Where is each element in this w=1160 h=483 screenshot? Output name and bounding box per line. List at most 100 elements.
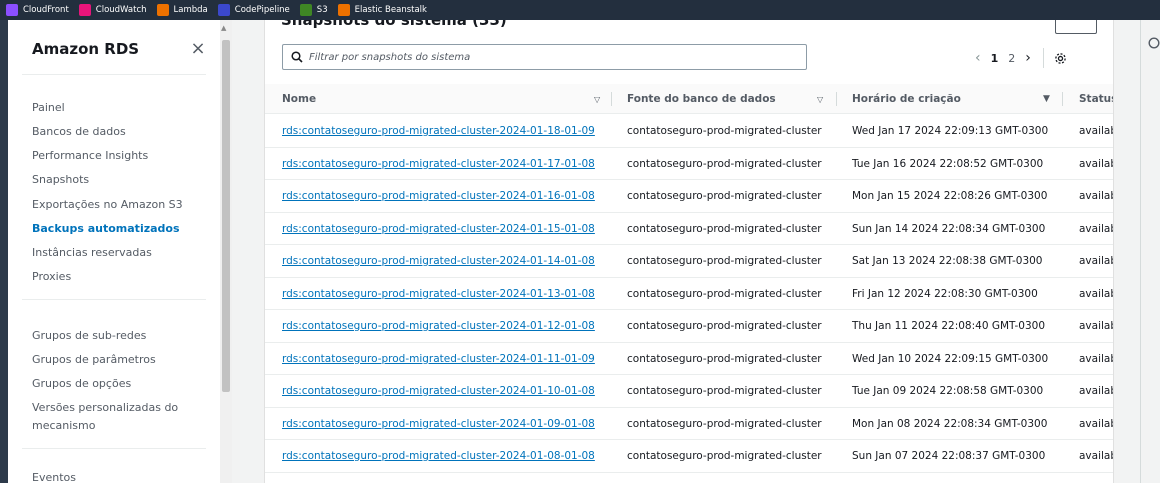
snapshot-name-link[interactable]: rds:contatoseguro-prod-migrated-cluster-…	[282, 115, 595, 147]
sidebar-item[interactable]: Painel	[32, 100, 65, 116]
sidebar-item[interactable]: Grupos de sub-redes	[32, 328, 146, 344]
snapshot-name-link[interactable]: rds:contatoseguro-prod-migrated-cluster-…	[282, 180, 595, 212]
snapshot-name-link[interactable]: rds:contatoseguro-prod-migrated-cluster-…	[282, 408, 595, 440]
snapshot-name-link[interactable]: rds:contatoseguro-prod-migrated-cluster-…	[282, 440, 595, 472]
sidebar-item[interactable]: Grupos de parâmetros	[32, 352, 156, 368]
sidebar-item[interactable]: Grupos de opções	[32, 376, 131, 392]
created-time-cell: Tue Jan 09 2024 22:08:58 GMT-0300	[852, 385, 1044, 397]
prev-page-icon[interactable]: ‹	[975, 50, 981, 66]
page-1[interactable]: 1	[991, 52, 999, 65]
sidebar-item[interactable]: Bancos de dados	[32, 124, 126, 140]
info-icon[interactable]	[1148, 34, 1160, 53]
sidebar-scrollbar-thumb[interactable]	[222, 40, 230, 392]
sort-caret-icon[interactable]: ▽	[594, 95, 600, 104]
service-icon	[6, 4, 18, 16]
gear-icon[interactable]	[1054, 52, 1067, 65]
pagination-divider	[1042, 48, 1044, 68]
table-row[interactable]: rds:contatoseguro-prod-migrated-cluster-…	[265, 310, 1113, 343]
sidebar-title: Amazon RDS	[32, 40, 140, 58]
background-strip	[0, 20, 8, 483]
table-row[interactable]: rds:contatoseguro-prod-migrated-cluster-…	[265, 375, 1113, 408]
column-label: Fonte do banco de dados	[627, 93, 776, 105]
snapshot-name-link[interactable]: rds:contatoseguro-prod-migrated-cluster-…	[282, 148, 595, 180]
favorite-label: CodePipeline	[234, 5, 290, 15]
column-header-fonte[interactable]: Fonte do banco de dados ▽	[627, 84, 823, 114]
table-row[interactable]: rds:contatoseguro-prod-migrated-cluster-…	[265, 115, 1113, 148]
column-header-status[interactable]: Status	[1079, 84, 1114, 114]
pagination: ‹ 1 2 ›	[975, 48, 1067, 68]
sidebar-item[interactable]: Instâncias reservadas	[32, 245, 152, 261]
right-panel	[1114, 20, 1160, 483]
created-time-cell: Sun Jan 14 2024 22:08:34 GMT-0300	[852, 222, 1046, 235]
column-label: Status	[1079, 93, 1114, 105]
sidebar-item[interactable]: Snapshots	[32, 172, 89, 188]
service-icon	[78, 4, 91, 16]
next-page-icon[interactable]: ›	[1025, 50, 1031, 66]
favorite-link[interactable]: Elastic Beanstalk	[337, 4, 427, 16]
sort-down-icon[interactable]: ▼	[1043, 94, 1050, 104]
status-cell: available	[1079, 352, 1113, 365]
status-cell: available	[1079, 450, 1113, 462]
db-source-cell: contatoseguro-prod-migrated-cluster	[627, 222, 822, 235]
table-row[interactable]: rds:contatoseguro-prod-migrated-cluster-…	[265, 148, 1113, 180]
favorite-link[interactable]: CloudWatch	[78, 4, 147, 16]
right-panel-divider	[1140, 20, 1141, 483]
db-source-cell: contatoseguro-prod-migrated-cluster	[627, 190, 822, 202]
db-source-cell: contatoseguro-prod-migrated-cluster	[627, 157, 822, 170]
close-icon[interactable]: ×	[186, 36, 210, 60]
table-row[interactable]: rds:contatoseguro-prod-migrated-cluster-…	[265, 440, 1113, 473]
snapshot-name-link[interactable]: rds:contatoseguro-prod-migrated-cluster-…	[282, 245, 595, 277]
service-icon	[337, 4, 350, 16]
created-time-cell: Mon Jan 08 2024 22:08:34 GMT-0300	[852, 417, 1048, 430]
table-header: Nome ▽ Fonte do banco de dados ▽ Horário…	[265, 84, 1114, 114]
table-row[interactable]: rds:contatoseguro-prod-migrated-cluster-…	[265, 213, 1113, 245]
favorite-label: CloudWatch	[95, 5, 147, 15]
table-row[interactable]: rds:contatoseguro-prod-migrated-cluster-…	[265, 278, 1113, 310]
created-time-cell: Wed Jan 17 2024 22:09:13 GMT-0300	[852, 125, 1049, 137]
snapshot-name-link[interactable]: rds:contatoseguro-prod-migrated-cluster-…	[282, 310, 595, 342]
snapshot-name-link[interactable]: rds:contatoseguro-prod-migrated-cluster-…	[282, 278, 595, 310]
status-cell: available	[1079, 385, 1113, 397]
sidebar-item[interactable]: Exportações no Amazon S3	[32, 197, 183, 213]
page-2[interactable]: 2	[1008, 52, 1015, 65]
table-row[interactable]: rds:contatoseguro-prod-migrated-cluster-…	[265, 245, 1113, 278]
sidebar-divider	[22, 74, 206, 75]
column-header-horario[interactable]: Horário de criação ▼	[852, 84, 1050, 114]
scroll-up-arrow-icon[interactable]: ▲	[221, 24, 226, 32]
sidebar-item[interactable]: mecanismo	[32, 418, 95, 434]
service-icon	[217, 4, 230, 16]
favorite-link[interactable]: CloudFront	[6, 4, 69, 16]
refresh-button[interactable]	[1055, 20, 1097, 34]
snapshot-name-link[interactable]: rds:contatoseguro-prod-migrated-cluster-…	[282, 375, 595, 407]
snapshot-name-link[interactable]: rds:contatoseguro-prod-migrated-cluster-…	[282, 213, 595, 245]
search-input[interactable]	[309, 51, 789, 63]
column-separator	[1062, 92, 1063, 106]
created-time-cell: Sat Jan 13 2024 22:08:38 GMT-0300	[852, 255, 1043, 267]
column-separator	[836, 92, 837, 106]
sidebar-item[interactable]: Proxies	[32, 269, 71, 285]
db-source-cell: contatoseguro-prod-migrated-cluster	[627, 385, 822, 397]
table-row[interactable]: rds:contatoseguro-prod-migrated-cluster-…	[265, 180, 1113, 213]
db-source-cell: contatoseguro-prod-migrated-cluster	[627, 417, 822, 430]
db-source-cell: contatoseguro-prod-migrated-cluster	[627, 287, 822, 300]
status-cell: available	[1079, 287, 1113, 300]
sidebar-item[interactable]: Eventos	[32, 470, 76, 483]
sidebar-item[interactable]: Versões personalizadas do	[32, 400, 178, 416]
sidebar: Amazon RDS × Painel Bancos de dados Perfor…	[8, 20, 220, 483]
search-box[interactable]	[282, 44, 807, 70]
sidebar-item[interactable]: Performance Insights	[32, 148, 148, 164]
sidebar-divider	[22, 299, 206, 300]
sidebar-item[interactable]: Backups automatizados	[32, 221, 180, 237]
sort-caret-icon[interactable]: ▽	[817, 95, 823, 104]
favorite-link[interactable]: Lambda	[156, 4, 208, 16]
favorite-link[interactable]: S3	[299, 4, 328, 16]
snapshot-name-link[interactable]: rds:contatoseguro-prod-migrated-cluster-…	[282, 343, 595, 375]
search-icon	[291, 48, 303, 67]
column-header-nome[interactable]: Nome ▽	[282, 84, 600, 114]
favorite-link[interactable]: CodePipeline	[217, 4, 290, 16]
table-row[interactable]: rds:contatoseguro-prod-migrated-cluster-…	[265, 408, 1113, 440]
table-row[interactable]: rds:contatoseguro-prod-migrated-cluster-…	[265, 343, 1113, 375]
service-icon	[156, 4, 169, 16]
status-cell: available	[1079, 222, 1113, 235]
db-source-cell: contatoseguro-prod-migrated-cluster	[627, 450, 822, 462]
